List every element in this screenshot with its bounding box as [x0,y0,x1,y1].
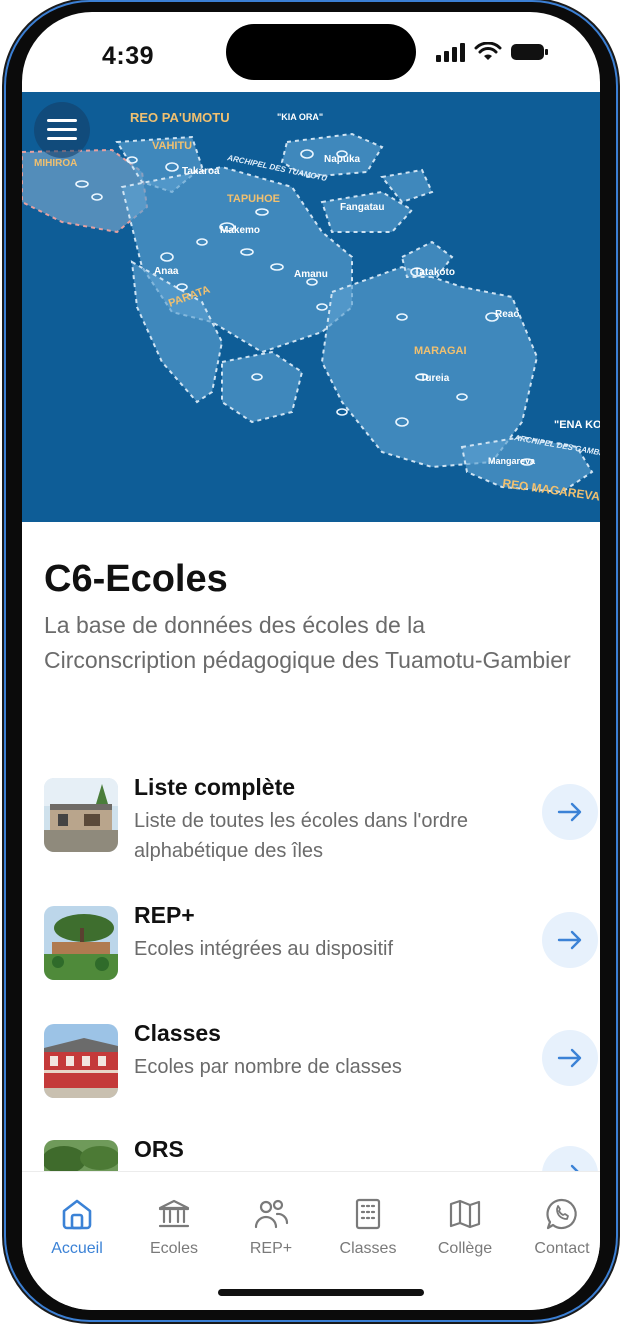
arrow-right-icon [557,802,582,822]
bank-icon [158,1199,190,1228]
list-item-title: ORS [134,1136,184,1162]
open-button[interactable] [542,784,598,840]
tab-label: Contact [534,1240,590,1257]
page-title: C6-Ecoles [44,558,228,600]
map-label-kia-ora: "KIA ORA" [277,112,323,122]
maragai-zone [320,265,539,469]
status-bar: 4:39 [22,12,600,92]
map-label-tatakoto: Tatakoto [414,267,455,278]
home-icon [62,1199,92,1230]
wifi-icon [474,42,502,60]
phone-frame: 4:39 REO PA'UMOTU "KIA ORA" VAHITU MIHIR… [6,2,616,1320]
list-item-rep-plus[interactable]: REP+ Ecoles intégrées au dispositif [44,902,598,996]
tab-college[interactable]: Collège [420,1194,510,1258]
map-icon [449,1199,481,1229]
list-item-subtitle: Ecoles par nombre de classes [134,1056,402,1078]
tab-ecoles[interactable]: Ecoles [129,1194,219,1258]
list-item-subtitle: Ecoles intégrées au dispositif [134,938,394,960]
list-item-classes[interactable]: Classes Ecoles par nombre de classes [44,1020,598,1114]
map-label-reo-paumotu: REO PA'UMOTU [130,110,230,125]
users-icon [254,1199,289,1229]
list-item-title: Liste complète [134,774,296,800]
signal-icon [436,43,465,62]
map-illustration: REO PA'UMOTU "KIA ORA" VAHITU MIHIROA TA… [22,110,600,504]
map-label-fangatau: Fangatau [340,202,384,213]
map-label-amanu: Amanu [294,269,328,280]
battery-icon [511,44,548,60]
tab-classes[interactable]: Classes [323,1194,413,1258]
tab-rep-plus[interactable]: REP+ [226,1194,316,1258]
tab-label: Collège [437,1240,493,1257]
map-label-mihiroa: MIHIROA [34,158,77,169]
list-item-title: Classes [134,1020,221,1046]
arrow-right-icon [557,1048,582,1068]
menu-button[interactable] [34,102,90,158]
nukutepipi-zone [221,350,304,424]
tuamotu-map: REO PA'UMOTU "KIA ORA" VAHITU MIHIROA TA… [22,92,600,522]
map-label-maragai: MARAGAI [414,345,467,357]
map-label-napuka: Napuka [324,154,361,165]
school-thumbnail [44,1024,118,1098]
page-description: La base de données des écoles de la Circ… [44,612,571,673]
home-indicator [218,1289,424,1296]
list-item-subtitle: Liste de toutes les écoles dans l'ordre … [134,810,469,862]
map-label-ena-koto: "ENA KOTO [554,419,600,431]
map-label-reao: Reao [495,309,519,320]
status-time: 4:39 [102,42,155,70]
tab-label: Accueil [51,1240,103,1257]
tab-bar: Accueil Ecoles REP+ Classes Collège Cont… [22,1171,600,1310]
building-icon [355,1198,381,1230]
map-label-vahitu: VAHITU [152,140,192,152]
map-label-tapuhoe: TAPUHOE [227,193,280,205]
map-label-mangareva: Mangareva [488,456,536,466]
screen: 4:39 REO PA'UMOTU "KIA ORA" VAHITU MIHIR… [22,12,600,1310]
tab-label: Ecoles [149,1240,199,1257]
open-button[interactable] [542,912,598,968]
hamburger-icon [47,119,77,140]
whatsapp-icon [546,1198,577,1230]
tab-label: REP+ [249,1240,293,1257]
tab-accueil[interactable]: Accueil [32,1194,122,1258]
school-thumbnail [44,906,118,980]
map-label-anaa: Anaa [154,266,179,277]
map-label-takaroa: Takaroa [182,166,220,177]
arrow-right-icon [557,930,582,950]
dynamic-island [226,24,416,80]
map-label-makemo: Makemo [220,225,260,236]
open-button[interactable] [542,1030,598,1086]
map-label-tureia: Tureia [420,373,450,384]
list-item-liste-complete[interactable]: Liste complète Liste de toutes les école… [44,774,598,868]
status-icons [436,42,550,62]
tab-label: Classes [339,1240,397,1257]
tab-contact[interactable]: Contact [517,1194,600,1258]
list-item-title: REP+ [134,902,195,928]
school-thumbnail [44,778,118,852]
